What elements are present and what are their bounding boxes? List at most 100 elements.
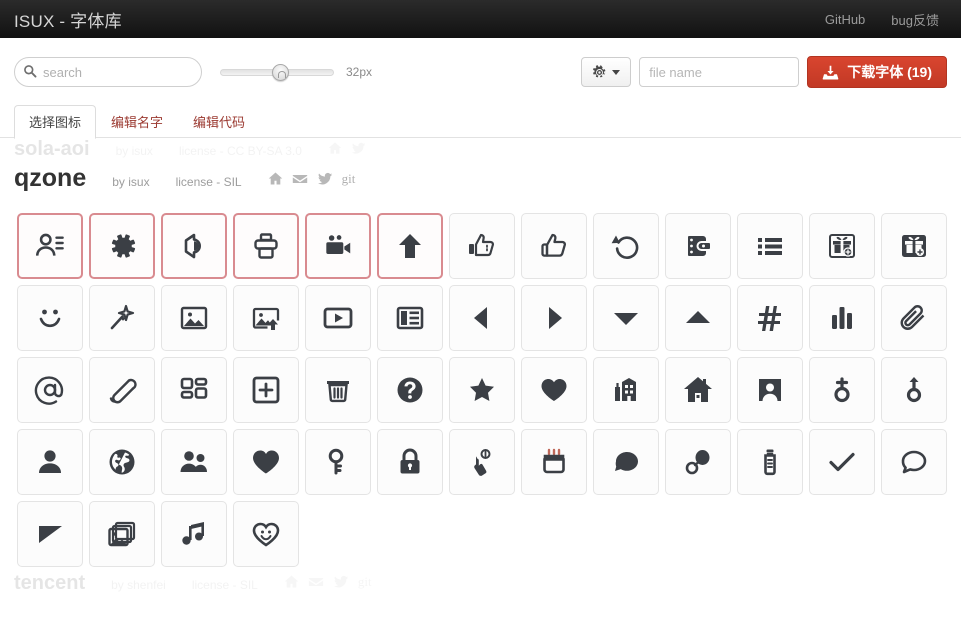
gear-icon[interactable] (89, 213, 155, 279)
tab-edit-names[interactable]: 编辑名字 (96, 105, 178, 138)
twitter-icon[interactable] (333, 574, 349, 590)
triangle-right-icon[interactable] (521, 285, 587, 351)
triangle-left-icon[interactable] (449, 285, 515, 351)
layout-icon[interactable] (377, 285, 443, 351)
gift-add-outline-icon[interactable] (809, 213, 875, 279)
list-icon[interactable] (737, 213, 803, 279)
slider-thumb[interactable] (272, 63, 290, 81)
flag-triangle-icon[interactable] (17, 501, 83, 567)
female-symbol-icon[interactable] (809, 357, 875, 423)
twitter-icon[interactable] (317, 171, 333, 187)
cake-icon[interactable] (521, 429, 587, 495)
icon-cell (230, 282, 302, 354)
house-icon[interactable] (665, 357, 731, 423)
font-links (328, 141, 366, 156)
photos-icon[interactable] (89, 501, 155, 567)
building-icon[interactable] (593, 357, 659, 423)
balloon-icon[interactable] (665, 429, 731, 495)
search-box (14, 57, 202, 87)
git-link[interactable]: git (342, 171, 356, 187)
triangle-up-icon[interactable] (665, 285, 731, 351)
font-header: sola-aoi by isux license - CC BY-SA 3.0 (14, 138, 947, 164)
image-upload-icon[interactable] (233, 285, 299, 351)
question-circle-icon[interactable] (377, 357, 443, 423)
icon-cell (86, 282, 158, 354)
bar-chart-icon[interactable] (809, 285, 875, 351)
key-icon[interactable] (305, 429, 371, 495)
undo-icon[interactable] (593, 213, 659, 279)
mail-icon[interactable] (292, 171, 308, 187)
at-sign-icon[interactable] (17, 357, 83, 423)
apps-grid-icon[interactable] (161, 357, 227, 423)
icon-cell (878, 210, 950, 282)
heart-filled-icon[interactable] (233, 429, 299, 495)
icon-grid (14, 204, 947, 570)
icon-cell (230, 498, 302, 570)
download-font-button[interactable]: 下载字体 (19) (807, 56, 947, 88)
tab-select-icons[interactable]: 选择图标 (14, 105, 97, 139)
plus-box-icon[interactable] (233, 357, 299, 423)
top-navbar: ISUX - 字体库 GitHub bug反馈 (0, 0, 961, 38)
filename-input[interactable] (639, 57, 800, 87)
contact-card-icon[interactable] (17, 213, 83, 279)
mail-icon[interactable] (308, 574, 324, 590)
heart-smiley-icon[interactable] (233, 501, 299, 567)
icon-cell (734, 210, 806, 282)
icon-cell (518, 210, 590, 282)
heart-icon[interactable] (521, 357, 587, 423)
home-icon[interactable] (268, 171, 283, 186)
nav-link-github[interactable]: GitHub (825, 12, 865, 27)
gear-icon (593, 64, 606, 77)
home-icon[interactable] (328, 141, 342, 155)
person-icon[interactable] (17, 429, 83, 495)
toolbar-right-group: 下载字体 (19) (581, 56, 947, 88)
thumbs-up-filled-icon[interactable] (449, 213, 515, 279)
icon-cell (878, 354, 950, 426)
search-input[interactable] (14, 57, 202, 87)
speech-bubble-outline-icon[interactable] (881, 429, 947, 495)
icon-cell (14, 354, 86, 426)
download-font-label: 下载字体 (19) (847, 64, 932, 80)
nav-link-bug-feedback[interactable]: bug反馈 (891, 10, 939, 29)
icon-cell (446, 282, 518, 354)
image-icon[interactable] (161, 285, 227, 351)
triangle-down-icon[interactable] (593, 285, 659, 351)
thumbs-up-outline-icon[interactable] (521, 213, 587, 279)
share-icon[interactable] (161, 213, 227, 279)
printer-icon[interactable] (233, 213, 299, 279)
paperclip-round-icon[interactable] (881, 285, 947, 351)
home-icon[interactable] (284, 574, 299, 589)
tab-edit-code[interactable]: 编辑代码 (178, 105, 260, 138)
settings-dropdown-button[interactable] (581, 57, 632, 87)
git-link[interactable]: git (358, 574, 372, 590)
wallet-icon[interactable] (665, 213, 731, 279)
music-note-icon[interactable] (161, 501, 227, 567)
font-author: by isux (112, 175, 150, 189)
hash-icon[interactable] (737, 285, 803, 351)
portrait-frame-icon[interactable] (737, 357, 803, 423)
arrow-up-icon[interactable] (377, 213, 443, 279)
click-hand-icon[interactable] (449, 429, 515, 495)
globe-icon[interactable] (89, 429, 155, 495)
people-group-icon[interactable] (161, 429, 227, 495)
twitter-icon[interactable] (351, 141, 366, 156)
video-play-icon[interactable] (305, 285, 371, 351)
speech-bubble-filled-icon[interactable] (593, 429, 659, 495)
magic-wand-icon[interactable] (89, 285, 155, 351)
smiley-icon[interactable] (17, 285, 83, 351)
gift-add-filled-icon[interactable] (881, 213, 947, 279)
font-size-slider[interactable] (220, 57, 334, 87)
trash-icon[interactable] (305, 357, 371, 423)
star-icon[interactable] (449, 357, 515, 423)
lock-icon[interactable] (377, 429, 443, 495)
bottle-icon[interactable] (737, 429, 803, 495)
font-name: qzone (14, 164, 87, 192)
video-camera-icon[interactable] (305, 213, 371, 279)
icon-cell (302, 210, 374, 282)
icon-cell (806, 426, 878, 498)
check-icon[interactable] (809, 429, 875, 495)
icon-cell (86, 354, 158, 426)
male-symbol-icon[interactable] (881, 357, 947, 423)
paperclip-icon[interactable] (89, 357, 155, 423)
icon-cell (230, 354, 302, 426)
